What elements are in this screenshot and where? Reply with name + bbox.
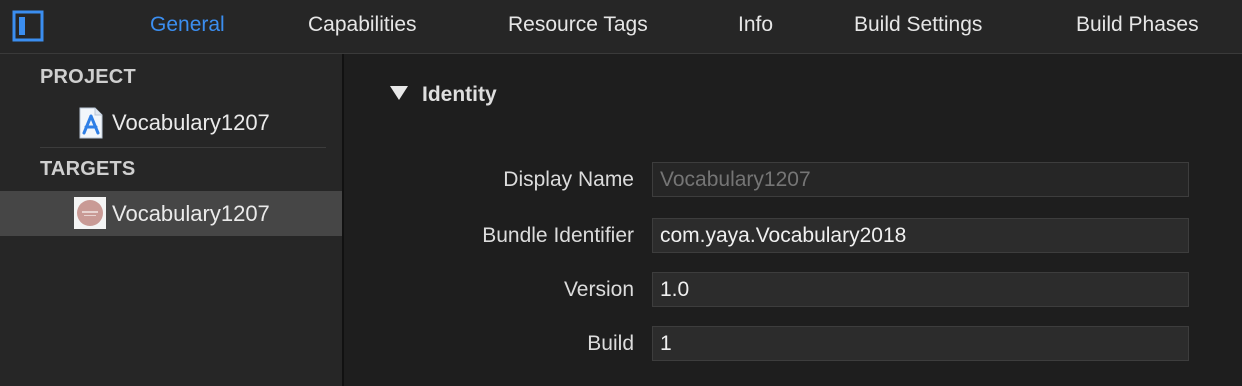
tab-resource-tags[interactable]: Resource Tags (508, 12, 648, 38)
sidebar-divider (40, 147, 326, 148)
toolbar: General Capabilities Resource Tags Info … (0, 0, 1242, 54)
project-navigator-sidebar: PROJECT Vocabulary1207 TARGETS Vocabular… (0, 54, 344, 386)
version-label: Version (563, 278, 634, 301)
tab-build-settings[interactable]: Build Settings (854, 12, 982, 38)
xcode-project-icon (76, 107, 106, 139)
build-field[interactable] (652, 326, 1189, 361)
project-section-header: PROJECT (40, 66, 136, 88)
tab-capabilities[interactable]: Capabilities (308, 12, 417, 38)
general-settings-panel: Identity Display Name Bundle Identifier … (344, 54, 1242, 386)
targets-section-header: TARGETS (40, 158, 136, 180)
build-label: Build (587, 332, 634, 355)
bundle-identifier-label: Bundle Identifier (482, 224, 634, 247)
app-target-icon (74, 197, 106, 229)
identity-section-header[interactable]: Identity (390, 82, 497, 108)
sidebar-item-project[interactable]: Vocabulary1207 (0, 100, 342, 145)
identity-section-title: Identity (422, 83, 497, 106)
tab-build-phases[interactable]: Build Phases (1076, 12, 1199, 38)
disclosure-triangle-icon[interactable] (390, 86, 408, 101)
display-name-field[interactable] (652, 162, 1189, 197)
sidebar-item-target[interactable]: Vocabulary1207 (0, 191, 342, 236)
sidebar-toggle-icon[interactable] (11, 9, 45, 43)
tab-info[interactable]: Info (738, 12, 773, 38)
tab-general[interactable]: General (150, 12, 225, 38)
version-field[interactable] (652, 272, 1189, 307)
sidebar-item-label: Vocabulary1207 (112, 201, 270, 226)
bundle-identifier-field[interactable] (652, 218, 1189, 253)
display-name-label: Display Name (503, 168, 634, 191)
sidebar-item-label: Vocabulary1207 (112, 110, 270, 135)
